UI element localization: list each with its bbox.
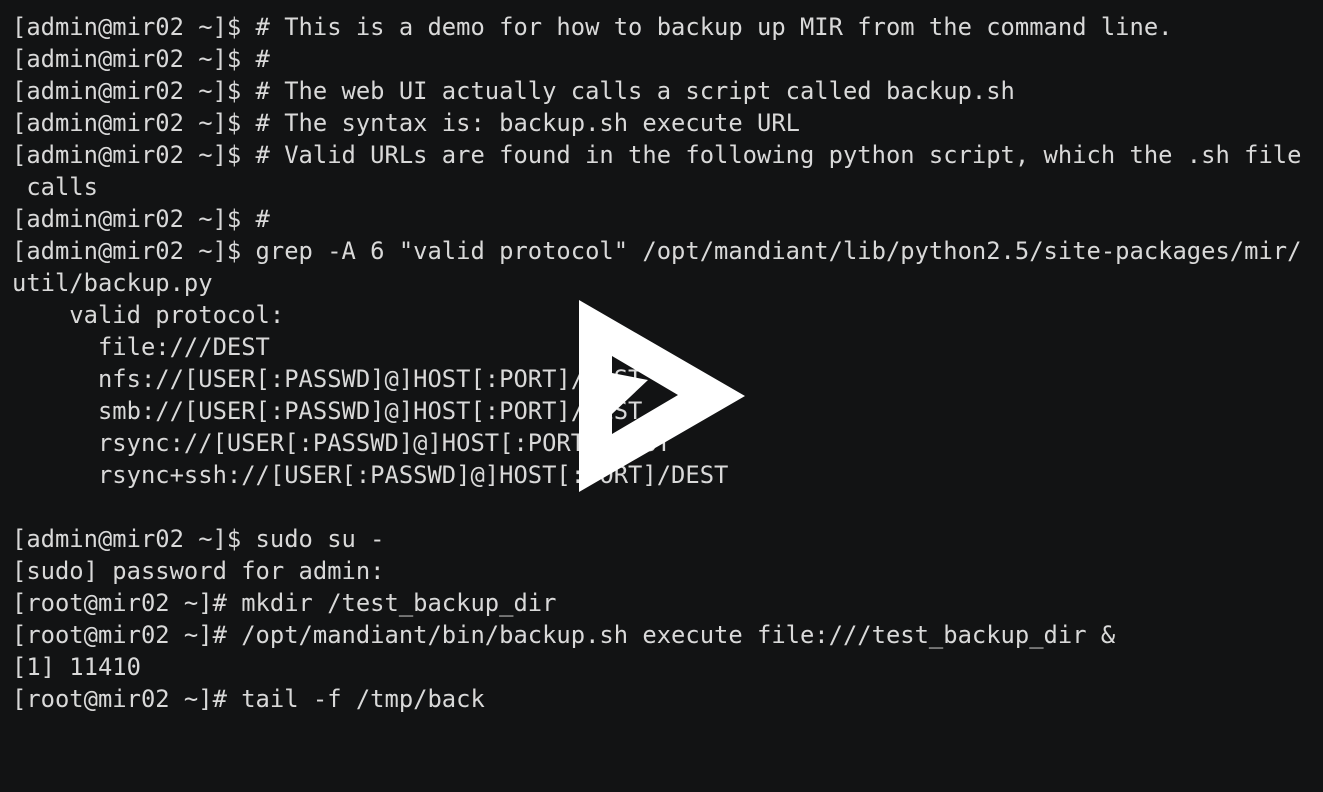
terminal-line: [1] 11410 <box>12 653 141 681</box>
terminal-line: [root@mir02 ~]# mkdir /test_backup_dir <box>12 589 557 617</box>
terminal-line: util/backup.py <box>12 269 213 297</box>
terminal-line: [admin@mir02 ~]$ # <box>12 205 270 233</box>
play-icon[interactable] <box>578 300 746 492</box>
terminal-line: [admin@mir02 ~]$ # This is a demo for ho… <box>12 13 1173 41</box>
terminal-line: [admin@mir02 ~]$ grep -A 6 "valid protoc… <box>12 237 1302 265</box>
terminal-line: [sudo] password for admin: <box>12 557 385 585</box>
terminal-line: calls <box>12 173 98 201</box>
terminal-line: [admin@mir02 ~]$ # <box>12 45 270 73</box>
terminal-line: [admin@mir02 ~]$ sudo su - <box>12 525 385 553</box>
terminal-line: [admin@mir02 ~]$ # The web UI actually c… <box>12 77 1015 105</box>
terminal-window[interactable]: [admin@mir02 ~]$ # This is a demo for ho… <box>0 0 1323 792</box>
terminal-line: [admin@mir02 ~]$ # Valid URLs are found … <box>12 141 1302 169</box>
terminal-line: [root@mir02 ~]# tail -f /tmp/back <box>12 685 485 713</box>
terminal-line: [root@mir02 ~]# /opt/mandiant/bin/backup… <box>12 621 1116 649</box>
terminal-line: [admin@mir02 ~]$ # The syntax is: backup… <box>12 109 800 137</box>
